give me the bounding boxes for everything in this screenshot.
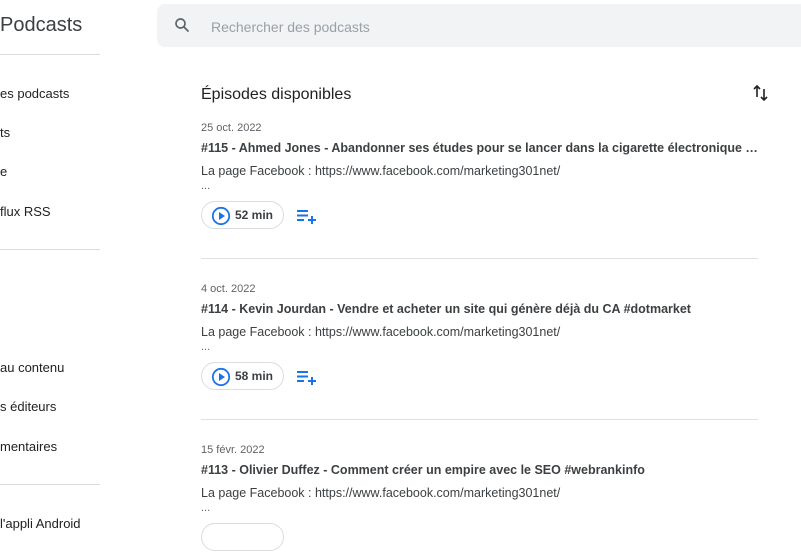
sidebar-item-comments[interactable]: mentaires bbox=[0, 439, 57, 454]
episode-date: 25 oct. 2022 bbox=[201, 122, 262, 134]
episode-actions bbox=[201, 523, 758, 557]
sidebar-item-3[interactable]: e bbox=[0, 164, 7, 179]
sort-icon[interactable] bbox=[752, 84, 770, 102]
sidebar-item-content[interactable]: au contenu bbox=[0, 360, 64, 375]
play-button[interactable]: 58 min bbox=[201, 362, 284, 390]
episode-title[interactable]: #114 - Kevin Jourdan - Vendre et acheter… bbox=[201, 301, 758, 317]
episode-item[interactable]: 15 févr. 2022 #113 - Olivier Duffez - Co… bbox=[201, 443, 758, 557]
episode-more: ... bbox=[201, 180, 211, 192]
add-to-queue-icon[interactable] bbox=[297, 207, 317, 225]
sidebar-item-android-app[interactable]: l'appli Android bbox=[0, 516, 81, 531]
episode-item[interactable]: 4 oct. 2022 #114 - Kevin Jourdan - Vendr… bbox=[201, 282, 758, 396]
sidebar-divider bbox=[0, 249, 100, 250]
episode-divider bbox=[201, 419, 758, 420]
add-to-queue-icon[interactable] bbox=[297, 368, 317, 386]
episode-more: ... bbox=[201, 341, 211, 353]
section-title: Épisodes disponibles bbox=[201, 86, 352, 103]
episode-duration: 52 min bbox=[235, 208, 274, 222]
episode-title[interactable]: #115 - Ahmed Jones - Abandonner ses étud… bbox=[201, 140, 758, 156]
search-icon[interactable] bbox=[173, 16, 191, 34]
sidebar-divider bbox=[0, 484, 100, 485]
episode-date: 15 févr. 2022 bbox=[201, 444, 265, 456]
episode-date: 4 oct. 2022 bbox=[201, 283, 256, 295]
episode-title[interactable]: #113 - Olivier Duffez - Comment créer un… bbox=[201, 462, 758, 478]
sidebar: Podcasts es podcasts ts e flux RSS au co… bbox=[0, 0, 100, 531]
app-title: Podcasts bbox=[0, 14, 83, 36]
episode-duration: 58 min bbox=[235, 369, 274, 383]
episode-actions: 58 min bbox=[201, 362, 758, 396]
episode-item[interactable]: 25 oct. 2022 #115 - Ahmed Jones - Abando… bbox=[201, 121, 758, 235]
sidebar-item-publishers[interactable]: s éditeurs bbox=[0, 399, 56, 414]
play-button[interactable]: 52 min bbox=[201, 201, 284, 229]
play-button[interactable] bbox=[201, 523, 284, 551]
episode-description: La page Facebook : https://www.facebook.… bbox=[201, 164, 561, 178]
search-bar bbox=[157, 4, 801, 49]
episode-description: La page Facebook : https://www.facebook.… bbox=[201, 486, 561, 500]
search-input[interactable] bbox=[209, 4, 773, 49]
episode-divider bbox=[201, 258, 758, 259]
episode-description: La page Facebook : https://www.facebook.… bbox=[201, 325, 561, 339]
episode-actions: 52 min bbox=[201, 201, 758, 235]
play-circle-icon bbox=[211, 206, 231, 226]
sidebar-item-my-podcasts[interactable]: es podcasts bbox=[0, 86, 69, 101]
sidebar-item-2[interactable]: ts bbox=[0, 125, 10, 140]
play-circle-icon bbox=[211, 367, 231, 387]
sidebar-divider bbox=[0, 54, 100, 55]
sidebar-item-rss-feed[interactable]: flux RSS bbox=[0, 204, 51, 219]
episode-more: ... bbox=[201, 502, 211, 514]
